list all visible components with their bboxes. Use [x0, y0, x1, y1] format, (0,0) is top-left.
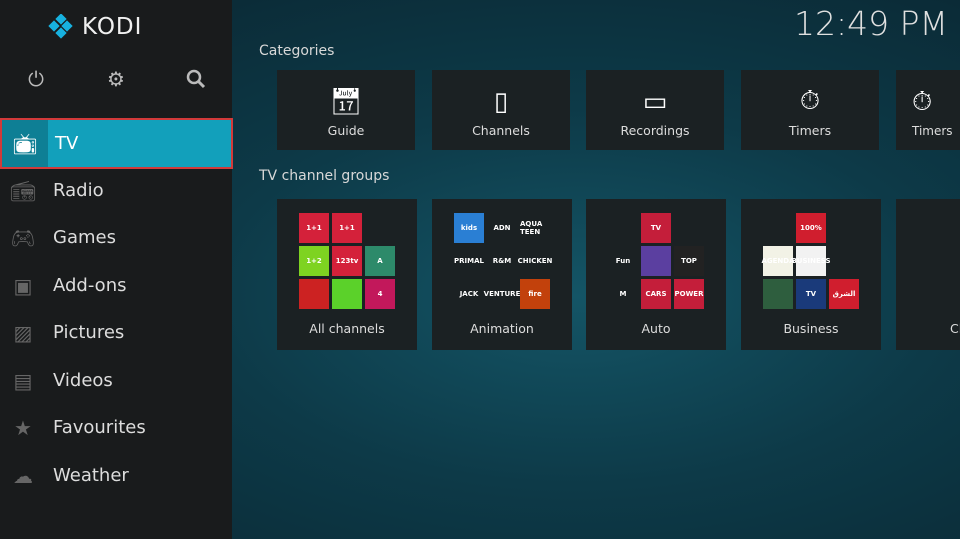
channel-logo	[674, 213, 704, 243]
sidebar-item-label: Add-ons	[53, 275, 127, 296]
sidebar-item-games[interactable]: 🎮︎ Games	[0, 214, 232, 261]
channel-logo: A	[365, 246, 395, 276]
channel-group-tile[interactable]: 100% AGENDA BUSINESS TV الشرق Business	[741, 199, 881, 350]
box-icon: ▣	[13, 273, 33, 298]
channel-logo: TV	[796, 279, 826, 309]
clock: 12:49 PM	[794, 4, 948, 43]
channel-logos: 1+1 1+1 1+2 123tv A 4	[299, 213, 395, 309]
sidebar-item-label: Weather	[53, 465, 129, 486]
sidebar-item-label: Videos	[53, 370, 113, 391]
channel-logo	[641, 246, 671, 276]
sidebar: KODI ⏻ ⚙ 📺︎ TV 📻︎ Radio 🎮︎ Games ▣ Add-ons ▨…	[0, 0, 233, 539]
channel-logo: Fun	[615, 257, 631, 265]
channel-group-label: Cl	[950, 321, 960, 336]
weather-icon: ☁	[13, 463, 33, 488]
channel-logo: CARS	[641, 279, 671, 309]
film-icon: ▤	[13, 368, 33, 393]
channel-logo: 1+1	[299, 213, 329, 243]
channel-logo: 100%	[796, 213, 826, 243]
channel-logos: kids ADN AQUA TEEN PRIMAL R&M CHICKEN JACK VENT…	[454, 213, 553, 309]
sidebar-item-tv[interactable]: 📺︎ TV	[0, 118, 233, 169]
kodi-logo: KODI	[48, 14, 142, 40]
stopwatch-icon: ⏱︎	[912, 87, 933, 117]
category-timers[interactable]: ⏱︎ Timers	[741, 70, 879, 150]
gear-icon[interactable]: ⚙	[103, 66, 129, 92]
channel-group-tile[interactable]: TV Fun TOP M CARS POWER Auto	[586, 199, 726, 350]
channel-logo: BUSINESS	[791, 246, 831, 276]
category-timers-2[interactable]: ⏱︎ Timers	[896, 70, 960, 150]
calendar-icon: 📅︎	[329, 87, 363, 117]
power-icon[interactable]: ⏻	[23, 66, 49, 92]
channel-logo	[829, 213, 859, 243]
channel-logo: TOP	[674, 246, 704, 276]
channel-logo: R&M	[492, 257, 512, 265]
category-recordings[interactable]: ▭ Recordings	[586, 70, 724, 150]
channel-group-label: Animation	[470, 321, 534, 336]
channel-group-tile[interactable]: 1+1 1+1 1+2 123tv A 4 All channels	[277, 199, 417, 350]
channel-logo	[365, 213, 395, 243]
channel-logo: fire	[520, 279, 550, 309]
channel-logo	[332, 279, 362, 309]
channel-logo: ADN	[493, 224, 511, 232]
search-icon[interactable]	[183, 66, 209, 92]
channel-logo: CHICKEN	[517, 257, 553, 265]
channel-logos: 100% AGENDA BUSINESS TV الشرق	[761, 213, 859, 309]
channel-logo: TV	[641, 213, 671, 243]
stopwatch-icon: ⏱︎	[799, 86, 821, 116]
channel-logo: POWER	[674, 279, 704, 309]
channel-logo: M	[619, 290, 627, 298]
star-icon: ★	[14, 415, 32, 440]
kodi-logo-icon	[48, 14, 73, 39]
gamepad-icon: 🎮︎	[10, 225, 36, 250]
tv-icon: 📺︎	[2, 120, 48, 167]
category-label: Timers	[912, 124, 953, 138]
sidebar-item-label: Pictures	[53, 322, 125, 343]
channel-logo	[763, 213, 793, 243]
picture-icon: ▨	[13, 320, 33, 345]
sidebar-item-radio[interactable]: 📻︎ Radio	[0, 167, 232, 214]
channel-logo	[608, 213, 638, 243]
category-label: Channels	[472, 123, 530, 138]
channel-logo	[299, 279, 329, 309]
sidebar-item-label: Radio	[53, 180, 104, 201]
channel-logo: 1+2	[299, 246, 329, 276]
app-name: KODI	[82, 14, 143, 40]
radio-icon: 📻︎	[10, 178, 36, 203]
channel-group-tile[interactable]: Cl	[896, 199, 960, 350]
category-guide[interactable]: 📅︎ Guide	[277, 70, 415, 150]
channel-logo	[829, 246, 859, 276]
cassette-icon: ▭	[642, 87, 668, 117]
sidebar-item-label: Favourites	[53, 417, 146, 438]
sidebar-item-videos[interactable]: ▤ Videos	[0, 357, 232, 404]
channel-logos: TV Fun TOP M CARS POWER	[608, 213, 704, 309]
channel-logo: VENTURE	[483, 290, 521, 298]
sidebar-item-pictures[interactable]: ▨ Pictures	[0, 309, 232, 356]
channel-logo: الشرق	[829, 279, 859, 309]
channel-group-label: Business	[783, 321, 839, 336]
channel-logo: JACK	[459, 290, 479, 298]
channel-logo	[763, 279, 793, 309]
sidebar-item-weather[interactable]: ☁ Weather	[0, 452, 232, 499]
sidebar-item-label: Games	[53, 227, 116, 248]
channel-logo: 123tv	[332, 246, 362, 276]
channel-logo: 4	[365, 279, 395, 309]
channel-logo: 1+1	[332, 213, 362, 243]
categories-title: Categories	[259, 43, 335, 59]
category-channels[interactable]: ▯ Channels	[432, 70, 570, 150]
category-label: Guide	[327, 123, 365, 138]
category-label: Timers	[788, 123, 832, 138]
channel-logo: AGENDA	[761, 246, 795, 276]
groups-title: TV channel groups	[259, 168, 390, 184]
sidebar-item-addons[interactable]: ▣ Add-ons	[0, 262, 232, 309]
channel-logo: AQUA TEEN	[520, 220, 543, 236]
channel-logo: kids	[454, 213, 484, 243]
channel-group-tile[interactable]: kids ADN AQUA TEEN PRIMAL R&M CHICKEN JACK VENT…	[432, 199, 572, 350]
channel-group-label: All channels	[309, 321, 385, 336]
remote-icon: ▯	[493, 87, 509, 117]
channel-group-label: Auto	[641, 321, 671, 336]
category-label: Recordings	[620, 123, 690, 138]
sidebar-item-favourites[interactable]: ★ Favourites	[0, 404, 232, 451]
channel-logo: PRIMAL	[454, 257, 484, 265]
sidebar-item-label: TV	[55, 133, 79, 154]
